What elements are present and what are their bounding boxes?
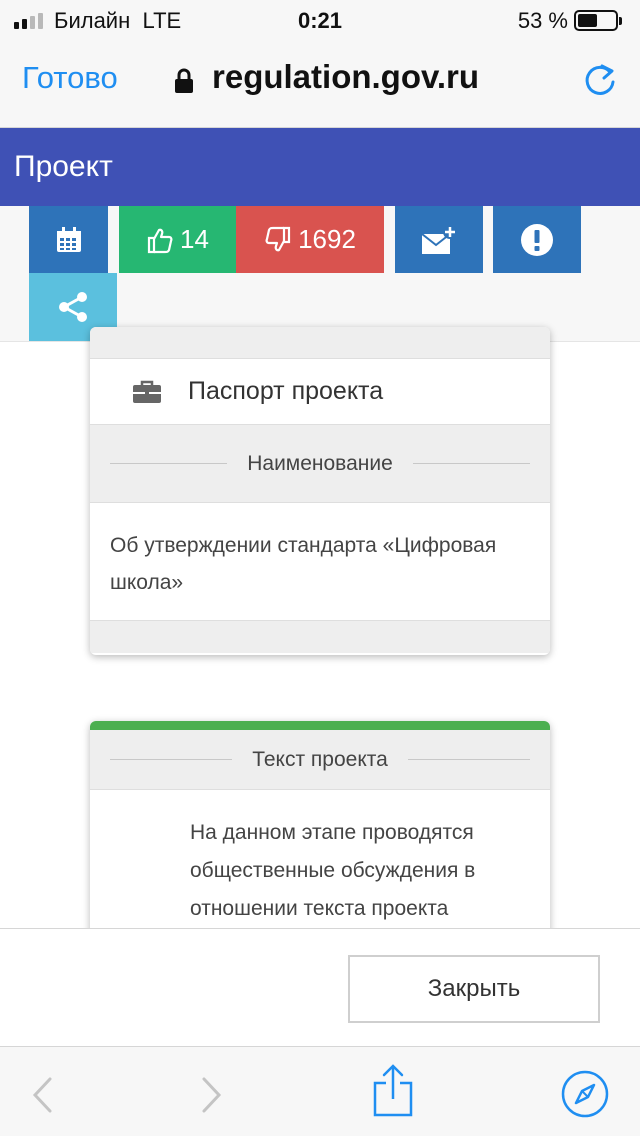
complaint-button[interactable] xyxy=(493,206,581,273)
thumbs-down-icon xyxy=(265,226,291,251)
chevron-left-icon[interactable] xyxy=(30,1075,54,1115)
battery-fill xyxy=(578,14,598,27)
briefcase-icon xyxy=(133,380,161,403)
page-header: Проект xyxy=(0,128,640,206)
project-toolbar: 14 1692 xyxy=(0,206,640,342)
share-icon xyxy=(59,292,87,322)
chevron-right-icon[interactable] xyxy=(200,1075,224,1115)
calendar-button[interactable] xyxy=(29,206,108,273)
card-top-strip xyxy=(90,327,550,359)
compass-icon[interactable] xyxy=(560,1069,610,1119)
likes-count: 14 xyxy=(180,224,209,254)
passport-card: Паспорт проекта Наименование Об утвержде… xyxy=(90,327,550,655)
text-section-header: Текст проекта xyxy=(90,730,550,790)
thumbs-up-icon xyxy=(147,228,173,253)
calendar-icon xyxy=(56,226,81,252)
name-section-header: Наименование xyxy=(90,425,550,503)
project-text-body: На данном этапе проводятся общественные … xyxy=(190,821,476,920)
browser-bottom-toolbar xyxy=(0,1046,640,1136)
battery-percent: 53 % xyxy=(517,8,568,33)
project-name-text: Об утверждении стандарта «Цифровая школа… xyxy=(90,503,550,621)
lock-icon xyxy=(175,68,193,93)
dislikes-count: 1692 xyxy=(298,224,356,254)
share-up-icon[interactable] xyxy=(372,1063,414,1119)
url-address[interactable]: regulation.gov.ru xyxy=(212,58,479,96)
envelope-plus-icon xyxy=(421,224,457,254)
name-section-label: Наименование xyxy=(247,451,393,475)
done-button[interactable]: Готово xyxy=(22,60,118,96)
subscribe-button[interactable] xyxy=(395,206,483,273)
project-text-card: Текст проекта На данном этапе проводятся… xyxy=(90,721,550,951)
passport-header[interactable]: Паспорт проекта xyxy=(90,359,550,425)
close-button[interactable]: Закрыть xyxy=(348,955,600,1023)
exclamation-icon xyxy=(521,223,553,256)
divider xyxy=(407,759,531,760)
page-title: Проект xyxy=(14,150,113,183)
like-button[interactable]: 14 xyxy=(119,206,236,273)
battery-icon xyxy=(574,10,622,31)
passport-title: Паспорт проекта xyxy=(188,377,384,405)
close-bar: Закрыть xyxy=(0,928,640,1046)
green-accent-bar xyxy=(90,721,550,730)
divider xyxy=(110,463,228,464)
reload-icon[interactable] xyxy=(582,60,618,100)
divider xyxy=(110,759,233,760)
divider xyxy=(412,463,531,464)
text-section-label: Текст проекта xyxy=(252,747,388,771)
status-bar: Билайн LTE 0:21 53 % xyxy=(0,0,640,40)
card-bottom-strip xyxy=(90,621,550,653)
browser-url-bar: Готово regulation.gov.ru xyxy=(0,40,640,128)
dislike-button[interactable]: 1692 xyxy=(236,206,384,273)
